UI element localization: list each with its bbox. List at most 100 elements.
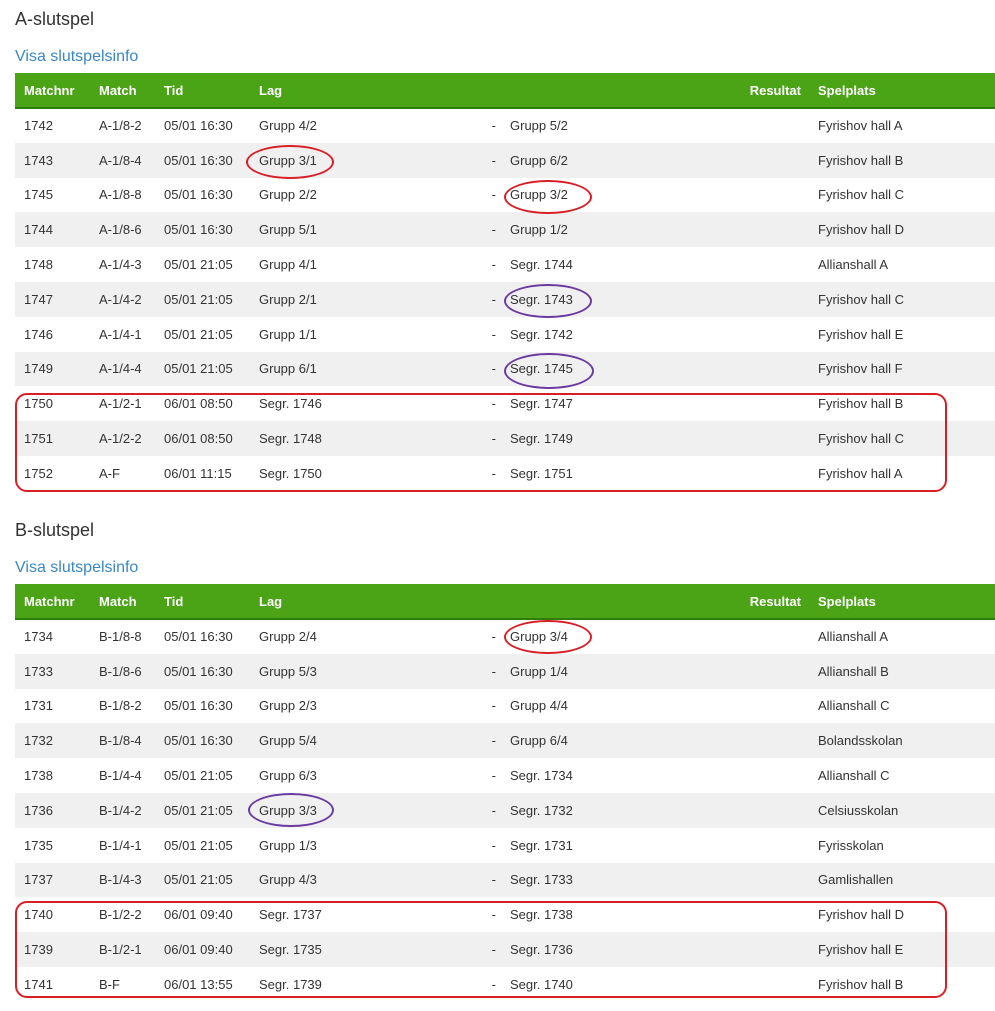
away-team: Grupp 4/4 (510, 698, 568, 714)
match-number: 1745 (24, 187, 53, 203)
match-time: 05/01 16:30 (164, 118, 233, 134)
col-header-spelplats[interactable]: Spelplats (809, 73, 995, 108)
away-team: Segr. 1744 (510, 257, 573, 273)
col-header-resultat[interactable]: Resultat (740, 73, 809, 108)
table-header-row: Matchnr Match Tid Lag Resultat Spelplats (15, 584, 995, 619)
table-row: 1741 B-F 06/01 13:55 Segr. 1739 - Segr. 1740 F… (15, 966, 995, 1002)
result (740, 317, 809, 352)
table-header-row: Matchnr Match Tid Lag Resultat Spelplats (15, 73, 995, 108)
show-playoff-info-link[interactable]: Visa slutspelsinfo (15, 46, 138, 68)
match-code: B-1/2-2 (99, 907, 142, 923)
match-time: 05/01 21:05 (164, 802, 233, 818)
away-team: Segr. 1736 (510, 942, 573, 958)
section-b: B-slutspel Visa slutspelsinfo Matchnr Ma… (15, 517, 995, 1002)
table-row: 1736 B-1/4-2 05/01 21:05 Grupp 3/3 - Segr. 17… (15, 792, 995, 828)
match-time: 05/01 21:05 (164, 361, 233, 377)
match-code: B-1/8-4 (99, 733, 142, 749)
match-number: 1737 (24, 872, 53, 888)
table-row: 1738 B-1/4-4 05/01 21:05 Grupp 6/3 - Segr. 17… (15, 758, 995, 793)
table-row: 1731 B-1/8-2 05/01 16:30 Grupp 2/3 - Grupp 4/… (15, 688, 995, 724)
table-row: 1749 A-1/4-4 05/01 21:05 Grupp 6/1 - Segr. 17… (15, 351, 995, 387)
home-team: Grupp 2/2 (259, 187, 317, 203)
match-time: 05/01 21:05 (164, 872, 233, 888)
versus-separator: - (491, 942, 496, 958)
versus-separator: - (491, 431, 496, 447)
result (740, 108, 809, 143)
match-code: A-1/4-1 (99, 326, 142, 342)
away-team: Grupp 3/2 (510, 187, 568, 203)
home-team: Grupp 3/1 (259, 152, 317, 168)
match-number: 1746 (24, 326, 53, 342)
home-team: Segr. 1739 (259, 976, 322, 992)
col-header-resultat[interactable]: Resultat (740, 584, 809, 619)
versus-separator: - (491, 698, 496, 714)
away-team: Segr. 1738 (510, 907, 573, 923)
col-header-spelplats[interactable]: Spelplats (809, 584, 995, 619)
match-number: 1734 (24, 629, 53, 645)
match-code: B-1/8-8 (99, 629, 142, 645)
section-a: A-slutspel Visa slutspelsinfo Matchnr Ma… (15, 6, 995, 491)
match-time: 06/01 08:50 (164, 396, 233, 412)
home-team: Grupp 4/2 (259, 118, 317, 134)
match-code: A-1/8-4 (99, 152, 142, 168)
home-team: Grupp 1/1 (259, 326, 317, 342)
venue: Fyrishov hall E (818, 326, 904, 342)
match-number: 1749 (24, 361, 53, 377)
venue: Fyrishov hall B (818, 396, 904, 412)
result (740, 352, 809, 387)
versus-separator: - (491, 257, 496, 273)
result (740, 689, 809, 724)
match-code: B-1/2-1 (99, 942, 142, 958)
result (740, 654, 809, 689)
away-team: Segr. 1747 (510, 396, 573, 412)
result (740, 932, 809, 967)
versus-separator: - (491, 152, 496, 168)
home-team: Grupp 2/3 (259, 698, 317, 714)
match-number: 1732 (24, 733, 53, 749)
versus-separator: - (491, 326, 496, 342)
versus-separator: - (491, 733, 496, 749)
versus-separator: - (491, 872, 496, 888)
away-team: Grupp 5/2 (510, 118, 568, 134)
schedule-table: Matchnr Match Tid Lag Resultat Spelplats… (15, 73, 995, 491)
home-team: Grupp 4/3 (259, 872, 317, 888)
col-header-lag[interactable]: Lag (250, 73, 490, 108)
table-row: 1737 B-1/4-3 05/01 21:05 Grupp 4/3 - Segr. 17… (15, 862, 995, 898)
away-team: Grupp 1/2 (510, 222, 568, 238)
venue: Fyrishov hall A (818, 465, 903, 481)
col-header-match[interactable]: Match (90, 73, 155, 108)
venue: Fyrishov hall C (818, 431, 904, 447)
home-team: Grupp 5/4 (259, 733, 317, 749)
venue: Allianshall B (818, 663, 889, 679)
col-header-matchnr[interactable]: Matchnr (15, 584, 90, 619)
table-row: 1739 B-1/2-1 06/01 09:40 Segr. 1735 - Segr. 1… (15, 932, 995, 967)
venue: Fyrishov hall B (818, 152, 904, 168)
venue: Gamlishallen (818, 872, 894, 888)
col-header-matchnr[interactable]: Matchnr (15, 73, 90, 108)
table-row: 1740 B-1/2-2 06/01 09:40 Segr. 1737 - Segr. 1… (15, 897, 995, 933)
match-code: B-1/8-6 (99, 663, 142, 679)
home-team: Grupp 1/3 (259, 837, 317, 853)
col-header-tid[interactable]: Tid (155, 73, 250, 108)
match-code: A-1/4-4 (99, 361, 142, 377)
col-header-lag[interactable]: Lag (250, 584, 490, 619)
table-row: 1732 B-1/8-4 05/01 16:30 Grupp 5/4 - Grupp 6/… (15, 723, 995, 759)
venue: Fyrishov hall F (818, 361, 903, 377)
col-header-blank (490, 584, 510, 619)
table-row: 1750 A-1/2-1 06/01 08:50 Segr. 1746 - Segr. 1… (15, 386, 995, 422)
away-team: Grupp 6/4 (510, 733, 568, 749)
col-header-match[interactable]: Match (90, 584, 155, 619)
table-row: 1752 A-F 06/01 11:15 Segr. 1750 - Segr. 1751 F… (15, 455, 995, 491)
col-header-tid[interactable]: Tid (155, 584, 250, 619)
versus-separator: - (491, 396, 496, 412)
table-row: 1734 B-1/8-8 05/01 16:30 Grupp 2/4 - Grupp 3/… (15, 619, 995, 654)
away-team: Segr. 1745 (510, 361, 573, 377)
col-header-blank (510, 73, 740, 108)
result (740, 793, 809, 828)
result (740, 863, 809, 898)
result (740, 421, 809, 456)
table-row: 1747 A-1/4-2 05/01 21:05 Grupp 2/1 - Segr. 17… (15, 281, 995, 317)
match-time: 06/01 11:15 (164, 465, 232, 481)
match-time: 05/01 16:30 (164, 698, 233, 714)
show-playoff-info-link[interactable]: Visa slutspelsinfo (15, 557, 138, 579)
